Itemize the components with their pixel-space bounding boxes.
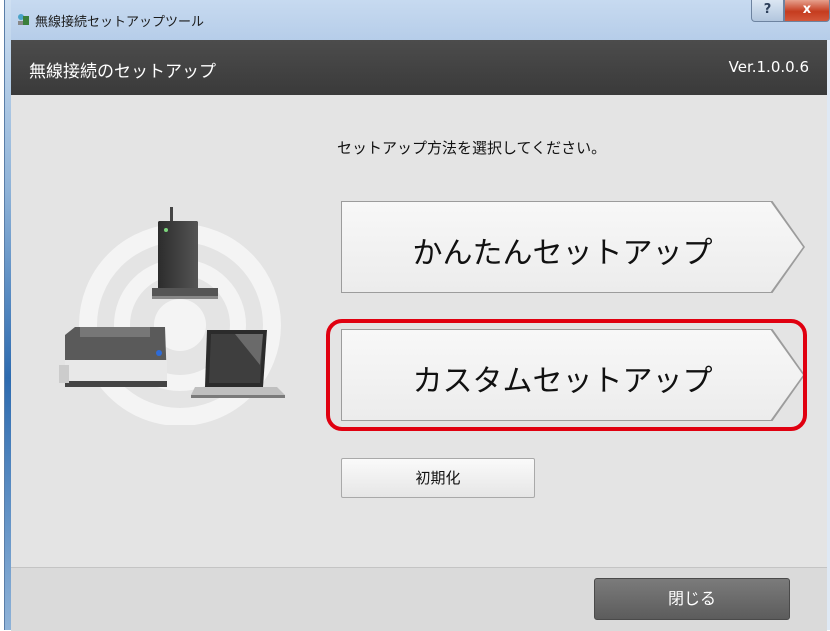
header-bar: 無線接続のセットアップ Ver.1.0.0.6 xyxy=(11,40,827,95)
header-title: 無線接続のセットアップ xyxy=(29,62,216,82)
title-bar[interactable]: 無線接続セットアップツール ? x xyxy=(11,0,830,40)
device-illustration xyxy=(59,207,285,425)
instruction-text: セットアップ方法を選択してください。 xyxy=(337,139,607,157)
close-button[interactable]: 閉じる xyxy=(594,578,790,620)
router-icon xyxy=(152,207,218,299)
easy-setup-button[interactable]: かんたんセットアップ xyxy=(342,202,803,292)
main-panel: セットアップ方法を選択してください。 かんたんセットアップ カスタムセットアップ… xyxy=(11,95,827,567)
easy-setup-label: かんたんセットアップ xyxy=(412,236,713,271)
window-title: 無線接続セットアップツール xyxy=(35,15,205,30)
app-window: 無線接続セットアップツール ? x 無線接続のセットアップ Ver.1.0.0.… xyxy=(4,0,830,631)
window-close-button[interactable]: x xyxy=(784,0,830,22)
help-button[interactable]: ? xyxy=(751,0,784,22)
initialize-button[interactable]: 初期化 xyxy=(341,458,535,498)
footer-bar: 閉じる xyxy=(11,567,827,631)
app-icon xyxy=(18,14,29,25)
highlight-frame xyxy=(326,319,807,431)
scanner-icon xyxy=(59,327,167,387)
version-label: Ver.1.0.0.6 xyxy=(728,58,809,76)
